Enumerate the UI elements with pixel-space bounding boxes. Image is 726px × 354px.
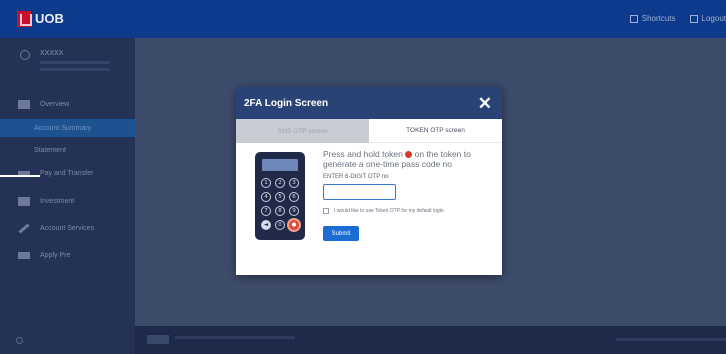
modal-title: 2FA Login Screen	[244, 97, 329, 109]
footer-links[interactable]	[616, 338, 726, 341]
otp-field-label: ENTER 6-DIGIT OTP no	[323, 174, 389, 180]
footer	[135, 326, 726, 354]
logout-label: Logout	[701, 14, 726, 23]
shortcuts-label: Shortcuts	[641, 14, 676, 23]
tab-token-otp[interactable]: TOKEN OTP screen	[369, 119, 502, 143]
sidebar-item-label: Account Summary	[34, 124, 92, 132]
logout-icon	[689, 14, 698, 23]
grid-icon	[629, 14, 638, 23]
modal-body: 1 2 3 4 5 6 7 8 9 ◄ 0 ● Press and hold t…	[236, 143, 502, 275]
otp-instruction: Press and hold token on the token to gen…	[323, 149, 493, 169]
footer-logo	[147, 335, 169, 344]
token-key: 4	[261, 192, 271, 202]
grid-icon	[18, 99, 30, 109]
sidebar-item-apply[interactable]: Apply Pre	[0, 246, 135, 264]
token-keypad: 1 2 3 4 5 6 7 8 9 ◄ 0 ●	[261, 178, 301, 230]
logout-button[interactable]: Logout	[689, 14, 726, 23]
token-key: 2	[275, 178, 285, 188]
default-login-label: I would like to use Token OTP for my def…	[334, 208, 444, 214]
sidebar-item-label: Pay and Transfer	[40, 169, 94, 177]
user-name: XXXXX	[40, 50, 64, 57]
sidebar-item-label: Investment	[40, 197, 75, 205]
sidebar-item-account-services[interactable]: Account Services	[0, 219, 135, 237]
uob-logo[interactable]: UOB	[17, 10, 64, 28]
footer-text	[175, 336, 295, 339]
shortcuts-button[interactable]: Shortcuts	[629, 14, 676, 23]
uob-logo-icon	[17, 11, 32, 27]
token-red-button: ●	[289, 220, 299, 230]
token-key: 6	[289, 192, 299, 202]
settings-icon[interactable]	[16, 337, 23, 344]
submit-button[interactable]: Submit	[323, 226, 359, 241]
sidebar-item-label: Statement	[34, 146, 66, 154]
sidebar-item-overview[interactable]: Overview	[0, 95, 135, 113]
modal-header: 2FA Login Screen ✕	[236, 87, 502, 119]
sidebar-item-statement[interactable]: Statement	[0, 141, 135, 159]
sidebar-item-pay-and-transfer[interactable]: Pay and Transfer	[0, 164, 135, 182]
token-key: 7	[261, 206, 271, 216]
otp-tabs: SMS OTP screen TOKEN OTP screen	[236, 119, 502, 143]
user-icon	[20, 50, 30, 60]
sidebar-item-label: Overview	[40, 100, 70, 108]
pencil-icon	[18, 222, 30, 234]
token-key: 3	[289, 178, 299, 188]
user-panel[interactable]: XXXXX	[20, 50, 130, 90]
token-key: 0	[275, 220, 285, 230]
token-key: 5	[275, 192, 285, 202]
sidebar-item-account-summary[interactable]: Account Summary	[0, 119, 135, 137]
token-device-illustration: 1 2 3 4 5 6 7 8 9 ◄ 0 ●	[255, 152, 305, 240]
2fa-modal: 2FA Login Screen ✕ SMS OTP screen TOKEN …	[236, 87, 502, 275]
default-login-option[interactable]: I would like to use Token OTP for my def…	[323, 208, 444, 214]
otp-input[interactable]	[323, 184, 396, 200]
card-icon	[18, 251, 30, 259]
token-screen	[262, 159, 298, 171]
close-button[interactable]: ✕	[478, 95, 492, 112]
user-detail	[40, 61, 110, 64]
token-key: 8	[275, 206, 285, 216]
token-key: 1	[261, 178, 271, 188]
chart-icon	[18, 196, 30, 206]
top-bar: UOB Shortcuts Logout	[0, 0, 726, 38]
token-key: 9	[289, 206, 299, 216]
highlight-marker	[0, 175, 40, 177]
instruction-text-1: Press and hold token	[323, 149, 403, 159]
red-button-icon	[405, 151, 413, 158]
sidebar-item-label: Apply Pre	[40, 251, 71, 259]
sidebar: XXXXX Overview Account Summary Statement…	[0, 38, 135, 354]
brand-name: UOB	[35, 11, 64, 26]
user-detail	[40, 68, 110, 71]
token-key: ◄	[261, 220, 271, 230]
default-login-checkbox[interactable]	[323, 208, 329, 214]
sidebar-item-investment[interactable]: Investment	[0, 192, 135, 210]
tab-sms-otp[interactable]: SMS OTP screen	[236, 119, 369, 143]
sidebar-item-label: Account Services	[40, 224, 95, 232]
